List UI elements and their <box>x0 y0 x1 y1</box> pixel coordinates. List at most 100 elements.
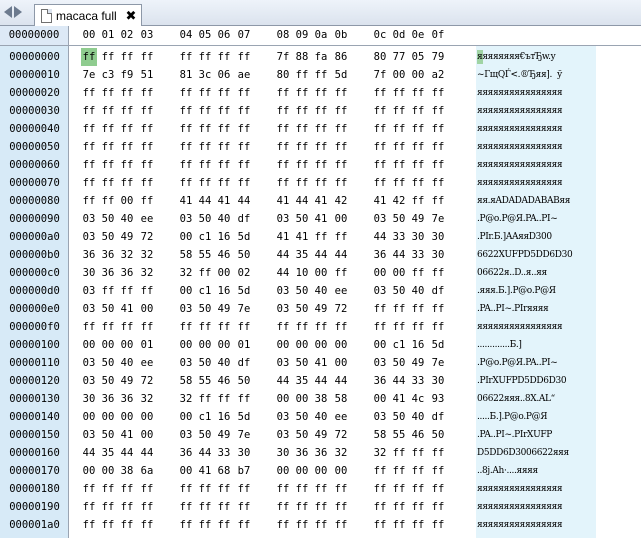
hex-byte[interactable]: 35 <box>294 372 310 390</box>
hex-byte[interactable]: ff <box>294 480 310 498</box>
hex-byte[interactable]: 03 <box>178 300 194 318</box>
hex-byte[interactable]: 58 <box>178 246 194 264</box>
hex-byte[interactable]: ff <box>275 102 291 120</box>
hex-byte[interactable]: 7e <box>430 210 446 228</box>
hex-byte[interactable]: 00 <box>294 336 310 354</box>
hex-byte[interactable]: ff <box>372 318 388 336</box>
hex-byte[interactable]: ff <box>197 516 213 534</box>
hex-byte[interactable]: ff <box>294 102 310 120</box>
hex-byte[interactable]: 44 <box>197 192 213 210</box>
hex-byte[interactable]: 50 <box>197 210 213 228</box>
hex-byte[interactable]: ff <box>391 120 407 138</box>
hex-byte[interactable]: ff <box>333 228 349 246</box>
hex-byte[interactable]: ff <box>236 318 252 336</box>
hex-byte[interactable]: ff <box>313 516 329 534</box>
hex-byte[interactable]: 86 <box>333 48 349 66</box>
tab-macaca-full[interactable]: macaca full ✖ <box>34 4 142 26</box>
hex-byte[interactable]: ff <box>197 318 213 336</box>
hex-byte[interactable]: 00 <box>178 462 194 480</box>
hex-byte[interactable]: ff <box>81 480 97 498</box>
hex-byte[interactable]: ff <box>372 516 388 534</box>
hex-byte[interactable]: ff <box>430 462 446 480</box>
close-icon[interactable]: ✖ <box>124 8 138 24</box>
hex-byte[interactable]: 58 <box>333 390 349 408</box>
row-text[interactable]: .яяя.Б.].P@о.P@Я <box>477 282 595 300</box>
hex-byte[interactable]: 72 <box>139 228 155 246</box>
hex-byte[interactable]: ff <box>100 120 116 138</box>
row-text[interactable]: .....Б.].P@о.P@Я <box>477 408 595 426</box>
hex-byte[interactable]: 41 <box>313 210 329 228</box>
hex-byte[interactable]: 00 <box>313 264 329 282</box>
hex-byte[interactable]: ff <box>333 264 349 282</box>
hex-byte[interactable]: ff <box>81 516 97 534</box>
hex-byte[interactable]: ff <box>333 516 349 534</box>
hex-byte[interactable]: 50 <box>236 372 252 390</box>
hex-byte[interactable]: 77 <box>391 48 407 66</box>
hex-byte[interactable]: 44 <box>313 246 329 264</box>
hex-byte[interactable]: ff <box>313 66 329 84</box>
hex-byte[interactable]: ee <box>139 210 155 228</box>
hex-byte[interactable]: ff <box>410 444 426 462</box>
hex-byte[interactable]: ff <box>275 156 291 174</box>
hex-byte[interactable]: 00 <box>391 264 407 282</box>
hex-byte[interactable]: ff <box>178 498 194 516</box>
hex-byte[interactable]: 7e <box>236 300 252 318</box>
row-text[interactable]: .PIrXUFPD5DD6D30 <box>477 372 595 390</box>
hex-byte[interactable]: 00 <box>139 408 155 426</box>
hex-byte[interactable]: ff <box>81 174 97 192</box>
hex-byte[interactable]: 50 <box>294 354 310 372</box>
hex-byte[interactable]: 35 <box>294 246 310 264</box>
hex-byte[interactable]: ff <box>216 84 232 102</box>
hex-byte[interactable]: ff <box>430 174 446 192</box>
hex-byte[interactable]: 36 <box>81 246 97 264</box>
hex-byte[interactable]: 32 <box>139 264 155 282</box>
hex-byte[interactable]: ff <box>275 120 291 138</box>
hex-byte[interactable]: ff <box>391 102 407 120</box>
hex-byte[interactable]: ff <box>100 192 116 210</box>
hex-byte[interactable]: 41 <box>313 192 329 210</box>
hex-byte[interactable]: ff <box>294 156 310 174</box>
hex-byte[interactable]: ff <box>100 480 116 498</box>
hex-byte[interactable]: 50 <box>100 300 116 318</box>
row-text[interactable]: .PA..PI~.PIrXUFP <box>477 426 595 444</box>
hex-byte[interactable]: ff <box>236 174 252 192</box>
hex-byte[interactable]: ff <box>313 84 329 102</box>
hex-byte[interactable]: 00 <box>100 336 116 354</box>
hex-byte[interactable]: ff <box>139 192 155 210</box>
hex-byte[interactable]: 03 <box>275 408 291 426</box>
hex-byte[interactable]: ff <box>81 120 97 138</box>
hex-byte[interactable]: ff <box>139 48 155 66</box>
hex-byte[interactable]: ff <box>236 156 252 174</box>
hex-byte[interactable]: ff <box>178 138 194 156</box>
hex-byte[interactable]: 49 <box>410 354 426 372</box>
hex-byte[interactable]: ff <box>139 156 155 174</box>
hex-byte[interactable]: ff <box>410 138 426 156</box>
hex-byte[interactable]: 32 <box>372 444 388 462</box>
hex-byte[interactable]: 05 <box>410 48 426 66</box>
hex-byte[interactable]: 55 <box>197 246 213 264</box>
hex-byte[interactable]: ff <box>294 516 310 534</box>
hex-byte[interactable]: ff <box>119 102 135 120</box>
hex-byte[interactable]: ff <box>100 498 116 516</box>
hex-byte[interactable]: ff <box>216 390 232 408</box>
hex-byte[interactable]: 50 <box>100 372 116 390</box>
hex-byte[interactable]: ff <box>197 84 213 102</box>
hex-byte[interactable]: 30 <box>81 264 97 282</box>
hex-byte[interactable]: f9 <box>119 66 135 84</box>
hex-byte[interactable]: 40 <box>410 408 426 426</box>
hex-byte[interactable]: ff <box>391 318 407 336</box>
hex-byte[interactable]: ff <box>139 498 155 516</box>
hex-byte[interactable]: 36 <box>119 390 135 408</box>
hex-byte[interactable]: ff <box>391 462 407 480</box>
hex-byte[interactable]: ff <box>216 174 232 192</box>
hex-byte[interactable]: ff <box>372 498 388 516</box>
hex-byte[interactable]: 44 <box>391 246 407 264</box>
hex-byte[interactable]: ff <box>430 498 446 516</box>
hex-byte[interactable]: ae <box>236 66 252 84</box>
hex-byte[interactable]: 16 <box>216 282 232 300</box>
hex-byte[interactable]: ff <box>119 498 135 516</box>
hex-byte[interactable]: df <box>236 354 252 372</box>
hex-byte[interactable]: 00 <box>372 390 388 408</box>
hex-byte[interactable]: ff <box>178 48 194 66</box>
hex-byte[interactable]: 32 <box>119 246 135 264</box>
